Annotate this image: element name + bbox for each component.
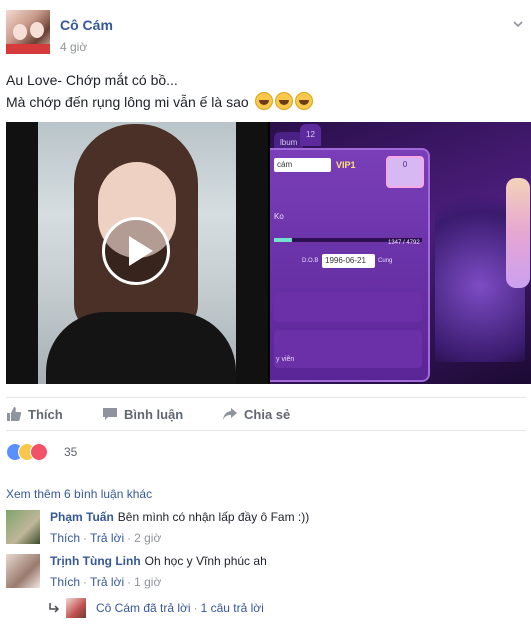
post-text-line2-label: Mà chớp đến rụng lông mi vẫn ế là sao xyxy=(6,94,249,110)
commenter-name: Trịnh Tùng Linh Oh học y Vĩnh phúc ah xyxy=(50,554,267,568)
view-more-comments-link[interactable]: Xem thêm 6 bình luận khác xyxy=(6,487,152,501)
like-label: Thích xyxy=(28,407,63,422)
video-person-body xyxy=(46,312,236,384)
comment-reply-link[interactable]: Trả lời xyxy=(90,531,124,545)
separator-dot: · xyxy=(83,531,88,545)
post-text-line2: Mà chớp đến rụng lông mi vẫn ế là sao xyxy=(6,91,313,113)
game-dob-label: D.O.B xyxy=(302,258,319,264)
game-progress-fill xyxy=(274,238,292,242)
separator-dot: · xyxy=(193,601,198,615)
game-dob-field: 1996-06-21 xyxy=(322,254,375,268)
game-extra-label: Cung xyxy=(378,258,393,264)
reply-arrow-icon xyxy=(49,603,60,613)
post-time[interactable]: 4 giờ xyxy=(60,40,87,54)
comment-text: Oh học y Vĩnh phúc ah xyxy=(144,554,267,568)
author-avatar[interactable] xyxy=(6,10,50,54)
chevron-down-icon[interactable] xyxy=(512,18,524,30)
share-button[interactable]: Chia sẻ xyxy=(222,406,290,422)
post-time-label: 4 giờ xyxy=(60,40,88,54)
comment-time[interactable]: 1 giờ xyxy=(134,575,161,589)
play-icon[interactable] xyxy=(102,217,170,285)
comment-label: Bình luận xyxy=(124,407,184,422)
post-actions: Thích Bình luận Chia sẻ xyxy=(6,397,526,431)
comment-reply-link[interactable]: Trả lời xyxy=(90,575,124,589)
post-text-line1: Au Love- Chớp mắt có bồ... xyxy=(6,72,178,88)
reply-author-avatar xyxy=(66,598,86,618)
reaction-count: 35 xyxy=(64,445,78,459)
like-button[interactable]: Thích xyxy=(6,406,63,422)
comment-icon xyxy=(103,408,117,420)
comment-time[interactable]: 2 giờ xyxy=(134,531,161,545)
laughing-emoji-icon xyxy=(274,92,293,110)
game-like-box: 0 xyxy=(386,156,424,188)
comment-like-link[interactable]: Thích xyxy=(50,575,80,589)
game-friend-box: y viên xyxy=(274,330,422,368)
comment-text: Bên mình có nhận lấp đầy ô Fam :)) xyxy=(117,510,310,524)
game-profile-panel: cám VIP1 0 Ko 1347 / 4792 D.O.B 1996-06-… xyxy=(270,148,430,382)
commenter-name-link[interactable]: Phạm Tuấn xyxy=(50,510,114,524)
author-name[interactable]: Cô Cám xyxy=(60,17,113,33)
game-field-ko: Ko xyxy=(274,212,284,221)
separator-dot: · xyxy=(83,575,88,589)
game-bottom-label: y viên xyxy=(276,356,295,363)
commenter-name: Phạm Tuấn Bên mình có nhận lấp đầy ô Fam … xyxy=(50,510,309,524)
share-label: Chia sẻ xyxy=(244,407,291,422)
game-name-field: cám xyxy=(274,158,331,172)
commenter-avatar[interactable] xyxy=(6,554,40,588)
reply-count: 1 câu trả lời xyxy=(200,601,264,615)
game-tab-number: 12 xyxy=(300,124,321,146)
avatar-shirt xyxy=(6,44,50,54)
game-info-box xyxy=(274,292,422,322)
laughing-emoji-icon xyxy=(294,92,313,110)
comment-meta: Thích · Trả lời · 2 giờ xyxy=(50,531,161,545)
post-text: Au Love- Chớp mắt có bồ... Mà chớp đến r… xyxy=(6,69,313,113)
post-header: Cô Cám 4 giờ xyxy=(6,10,526,60)
avatar-face xyxy=(13,24,27,40)
game-vip-label: VIP1 xyxy=(336,160,356,170)
reply-summary-text: Cô Cám đã trả lời · 1 câu trả lời xyxy=(96,601,264,615)
video-thumbnail[interactable] xyxy=(6,122,268,384)
comment-button[interactable]: Bình luận xyxy=(102,406,183,422)
game-like-count: 0 xyxy=(402,160,408,169)
avatar-face xyxy=(30,22,44,38)
game-progress-text: 1347 / 4792 xyxy=(388,240,420,246)
thumbs-up-icon xyxy=(7,407,22,421)
game-avatar-character xyxy=(506,178,530,288)
separator-dot: · xyxy=(127,531,132,545)
feed-post: Cô Cám 4 giờ Au Love- Chớp mắt có bồ... … xyxy=(0,0,531,625)
reply-summary-label: Cô Cám đã trả lời xyxy=(96,601,191,615)
laughing-emoji-icon xyxy=(254,92,273,110)
post-media: lbum 12 cám VIP1 0 Ko 1347 / 4792 D.O.B … xyxy=(6,122,531,384)
commenter-name-link[interactable]: Trịnh Tùng Linh xyxy=(50,554,141,568)
comment-like-link[interactable]: Thích xyxy=(50,531,80,545)
love-reaction-icon xyxy=(30,443,48,461)
comment-meta: Thích · Trả lời · 1 giờ xyxy=(50,575,161,589)
share-icon xyxy=(223,408,237,420)
commenter-avatar[interactable] xyxy=(6,510,40,544)
game-screenshot[interactable]: lbum 12 cám VIP1 0 Ko 1347 / 4792 D.O.B … xyxy=(270,122,531,384)
separator-dot: · xyxy=(127,575,132,589)
